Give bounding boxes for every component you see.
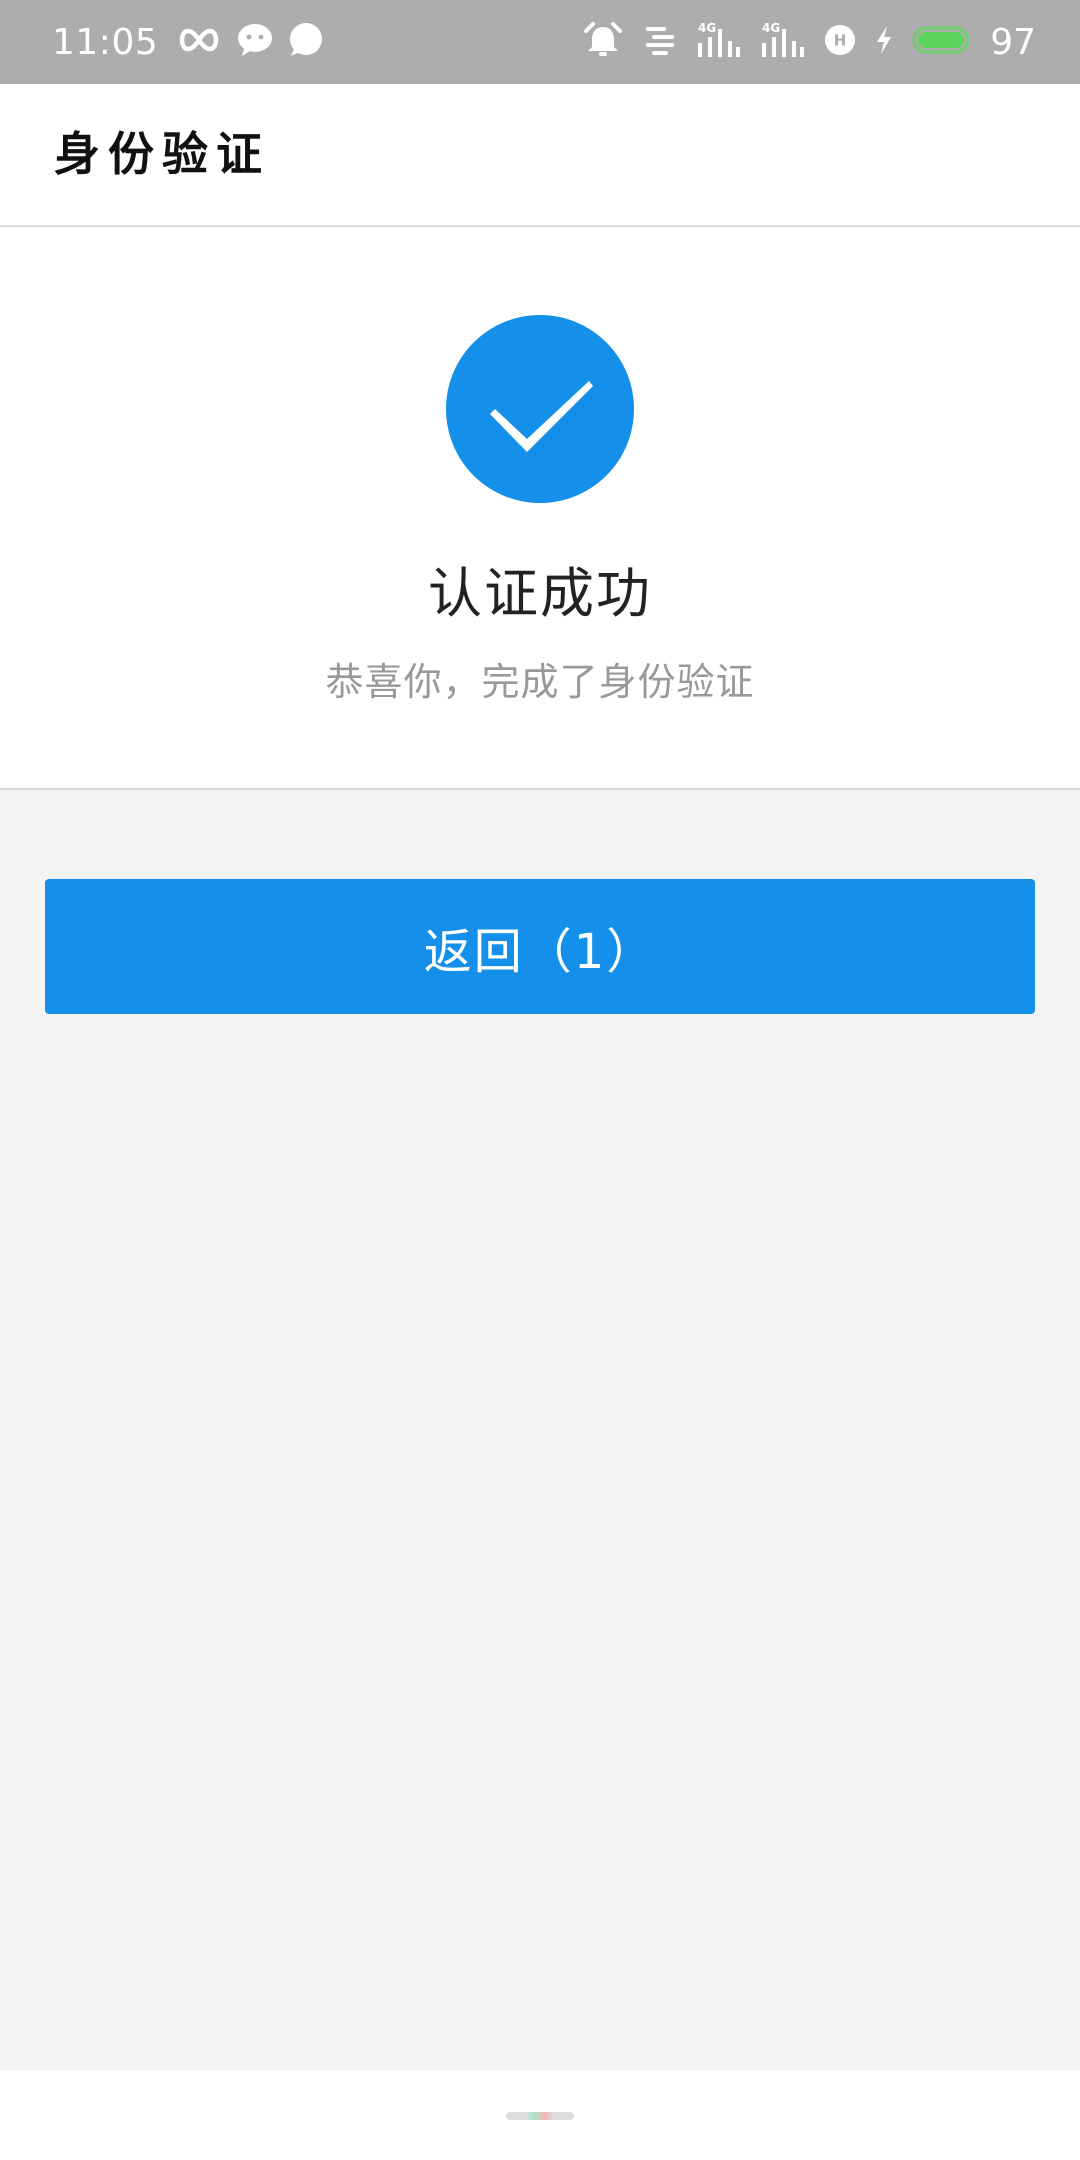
battery-level: 97 <box>990 21 1036 63</box>
screen: 11:05 4G 4G H 97 身份验证 认证成功 恭喜你，完成了身份验证 返… <box>0 0 1080 2160</box>
network-label: 4G <box>762 21 780 35</box>
infinity-icon <box>176 27 222 57</box>
back-button[interactable]: 返回（1） <box>45 879 1035 1014</box>
status-time: 11:05 <box>52 21 159 63</box>
status-bar-right: 4G 4G H 97 <box>582 0 1036 84</box>
check-circle-icon <box>446 315 634 503</box>
result-title: 认证成功 <box>428 562 652 625</box>
status-bar: 11:05 4G 4G H 97 <box>0 0 1080 84</box>
result-subtitle: 恭喜你，完成了身份验证 <box>325 660 755 704</box>
charging-icon <box>874 24 894 60</box>
wechat-icon <box>236 23 274 61</box>
hd-icon: H <box>824 24 856 60</box>
app-header: 身份验证 <box>0 84 1080 227</box>
battery-icon <box>912 24 972 60</box>
hd-label: H <box>834 32 847 50</box>
signal-4g-icon: 4G <box>760 21 806 63</box>
signal-4g-icon: 4G <box>696 21 742 63</box>
navigation-bar <box>0 2070 1080 2160</box>
page-title: 身份验证 <box>54 127 270 181</box>
network-label: 4G <box>698 21 716 35</box>
notification-list-icon <box>642 24 678 60</box>
alarm-icon <box>582 21 624 63</box>
message-icon <box>288 23 324 61</box>
home-indicator[interactable] <box>506 2112 574 2120</box>
result-panel: 认证成功 恭喜你，完成了身份验证 <box>0 227 1080 790</box>
status-bar-left: 11:05 <box>52 0 324 84</box>
